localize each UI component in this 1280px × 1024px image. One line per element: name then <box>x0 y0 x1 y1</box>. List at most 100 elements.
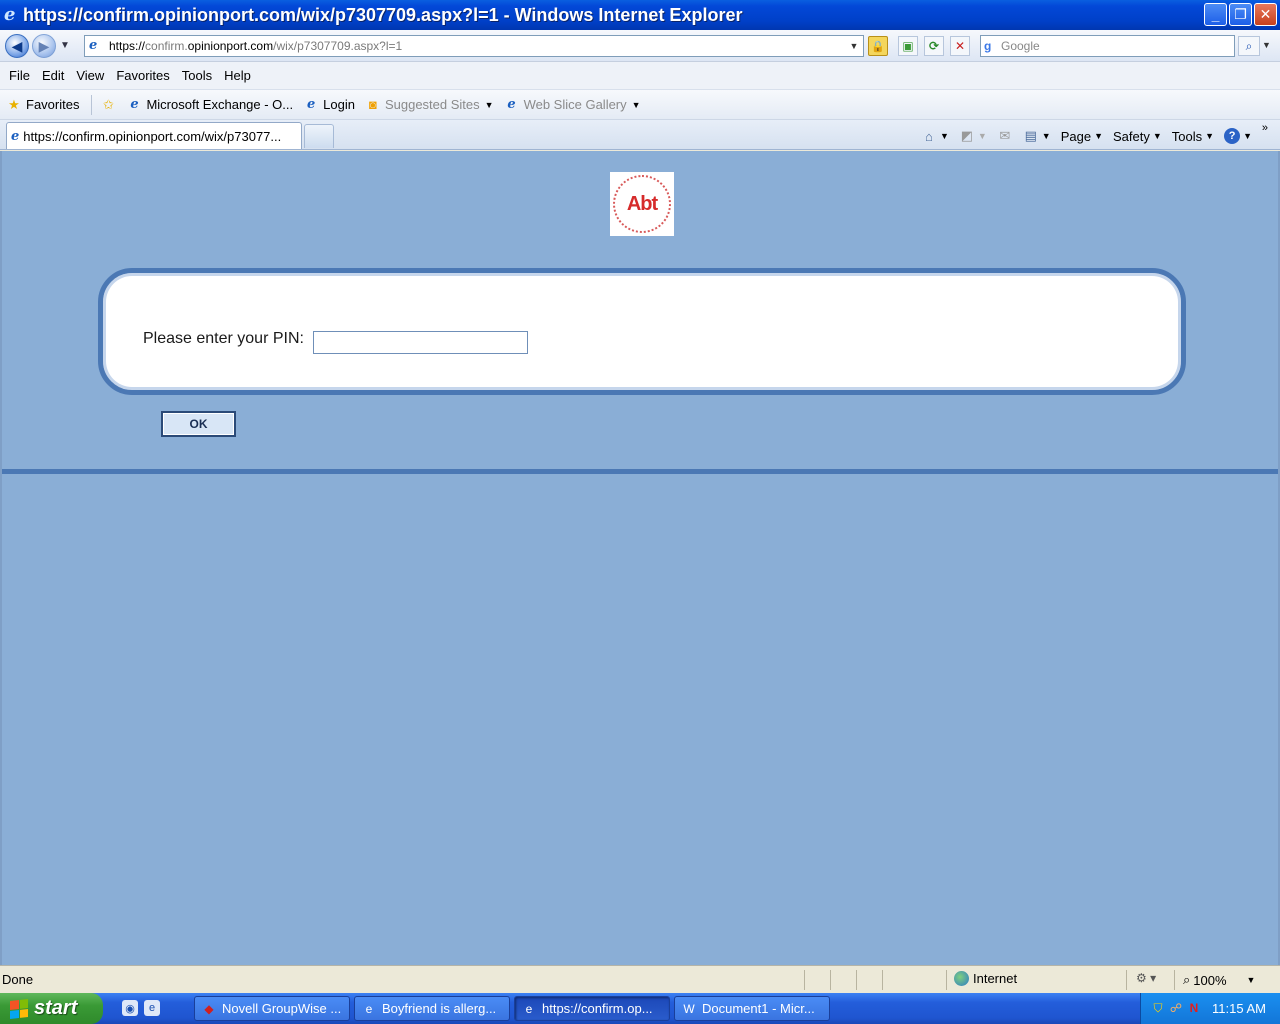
window-title: https://confirm.opinionport.com/wix/p730… <box>23 4 743 25</box>
safety-menu[interactable]: Safety ▼ <box>1113 129 1162 144</box>
pin-panel: Please enter your PIN: <box>98 268 1186 395</box>
tools-menu[interactable]: Tools ▼ <box>1172 129 1214 144</box>
add-favorite-star-icon: ✩ <box>103 96 114 112</box>
close-button[interactable]: ✕ <box>1254 3 1277 26</box>
help-menu[interactable]: ? ▼ <box>1224 128 1252 144</box>
chevron-down-icon: ▼ <box>631 99 641 110</box>
google-icon: g <box>984 39 992 53</box>
read-mail-button[interactable]: ✉ <box>997 128 1013 144</box>
divider <box>1126 970 1127 990</box>
logo-ring-icon: Abt <box>613 175 671 233</box>
favorite-microsoft-exchange[interactable]: e Microsoft Exchange - O... <box>126 97 293 113</box>
help-icon: ? <box>1224 128 1241 144</box>
favorite-suggested-sites[interactable]: ◙ Suggested Sites ▼ <box>365 97 494 113</box>
menu-favorites[interactable]: Favorites <box>110 66 175 85</box>
quick-launch-app-icon[interactable]: ◉ <box>122 1000 138 1016</box>
star-icon: ★ <box>8 96 20 112</box>
ie-icon: e <box>525 1001 533 1016</box>
system-tray: ⛉ ☍ N 11:15 AM <box>1140 993 1280 1024</box>
restore-button[interactable]: ❐ <box>1229 3 1252 26</box>
divider <box>830 970 831 990</box>
menu-tools[interactable]: Tools <box>176 66 218 85</box>
chevron-down-icon: ▼ <box>1205 131 1215 141</box>
groupwise-icon: ◆ <box>204 1001 214 1016</box>
menu-edit[interactable]: Edit <box>36 66 70 85</box>
divider <box>2 469 1278 474</box>
favorite-web-slice-gallery[interactable]: e Web Slice Gallery ▼ <box>504 97 641 113</box>
task-document1[interactable]: W Document1 - Micr... <box>674 996 830 1021</box>
chevron-down-icon: ▼ <box>1243 131 1252 141</box>
minimize-button[interactable]: _ <box>1204 3 1227 26</box>
ie-page-icon: e <box>507 97 516 112</box>
task-boyfriend[interactable]: e Boyfriend is allerg... <box>354 996 510 1021</box>
zoom-control[interactable]: ⌕ 100% ▼ <box>1183 972 1255 988</box>
shield-icon[interactable]: ⛉ <box>1151 1001 1165 1015</box>
favorites-bar: ★ Favorites ✩ e Microsoft Exchange - O..… <box>0 90 1280 120</box>
status-text: Done <box>2 972 34 987</box>
quick-launch: ◉ e <box>122 1000 160 1016</box>
tab-active[interactable]: e https://confirm.opinionport.com/wix/p7… <box>6 122 302 149</box>
menu-bar: File Edit View Favorites Tools Help <box>0 62 1280 90</box>
stop-icon[interactable]: ✕ <box>950 36 970 56</box>
page-icon: e <box>89 38 98 53</box>
windows-flag-icon <box>10 998 28 1019</box>
pin-input[interactable] <box>313 331 528 354</box>
menu-help[interactable]: Help <box>218 66 257 85</box>
chevron-down-icon: ▼ <box>1041 131 1051 141</box>
rss-icon: ◩ <box>960 128 974 143</box>
page-menu[interactable]: Page ▼ <box>1061 129 1103 144</box>
back-button[interactable]: ◀ <box>5 34 29 58</box>
recent-pages-dropdown[interactable]: ▼ <box>60 40 70 51</box>
ie-icon: e <box>365 1001 373 1016</box>
search-placeholder: Google <box>1001 39 1040 53</box>
ie-page-icon: e <box>130 97 139 112</box>
forward-button[interactable]: ▶ <box>32 34 56 58</box>
address-url[interactable]: https://confirm.opinionport.com/wix/p730… <box>109 39 402 53</box>
network-icon[interactable]: ☍ <box>1169 1001 1183 1015</box>
security-lock-icon[interactable]: 🔒 <box>868 36 888 56</box>
divider <box>1174 970 1175 990</box>
address-dropdown[interactable]: ▼ <box>847 38 861 54</box>
task-groupwise[interactable]: ◆ Novell GroupWise ... <box>194 996 350 1021</box>
favorites-button[interactable]: ★ Favorites <box>6 97 79 113</box>
start-button[interactable]: start <box>0 993 103 1024</box>
feeds-button[interactable]: ◩ ▼ <box>959 128 987 144</box>
mail-icon: ✉ <box>999 128 1011 143</box>
ie-page-icon: e <box>307 97 316 112</box>
ie-logo-icon: e <box>4 4 16 25</box>
toolbar-overflow-icon[interactable]: » <box>1262 122 1268 134</box>
new-tab-button[interactable] <box>304 124 334 148</box>
word-icon: W <box>683 1001 695 1016</box>
divider <box>882 970 883 990</box>
chevron-down-icon: ▼ <box>939 131 949 141</box>
quick-launch-ie-icon[interactable]: e <box>144 1000 160 1016</box>
home-icon: ⌂ <box>925 128 933 144</box>
ok-button[interactable]: OK <box>161 411 236 437</box>
compatibility-view-icon[interactable]: ▣ <box>898 36 918 56</box>
protected-mode-icon[interactable]: ⚙ ▾ <box>1136 971 1156 985</box>
tab-row: e https://confirm.opinionport.com/wix/p7… <box>0 120 1280 150</box>
task-confirm-opinionport[interactable]: e https://confirm.op... <box>514 996 670 1021</box>
print-button[interactable]: ▤ ▼ <box>1023 128 1051 144</box>
address-bar[interactable]: e https://confirm.opinionport.com/wix/p7… <box>84 35 864 57</box>
menu-file[interactable]: File <box>3 66 36 85</box>
search-options-dropdown[interactable]: ▼ <box>1262 40 1271 50</box>
status-bar: Done Internet ⚙ ▾ ⌕ 100% ▼ <box>0 965 1280 993</box>
page-content: Abt Please enter your PIN: OK <box>0 151 1280 965</box>
clock: 11:15 AM <box>1212 1001 1266 1016</box>
add-to-favorites-button[interactable]: ✩ <box>100 97 120 113</box>
home-button[interactable]: ⌂ ▼ <box>921 128 949 144</box>
divider <box>804 970 805 990</box>
logo-text: Abt <box>626 192 658 215</box>
abt-logo: Abt <box>610 172 674 236</box>
chevron-down-icon: ▼ <box>1152 131 1162 141</box>
favorite-login[interactable]: e Login <box>303 97 355 113</box>
antivirus-icon[interactable]: N <box>1187 1001 1201 1015</box>
search-input[interactable]: g Google <box>980 35 1235 57</box>
menu-view[interactable]: View <box>70 66 110 85</box>
refresh-icon[interactable]: ⟳ <box>924 36 944 56</box>
security-zone[interactable]: Internet <box>954 971 1017 986</box>
taskbar: start ◉ e ◆ Novell GroupWise ... e Boyfr… <box>0 993 1280 1024</box>
command-bar: ⌂ ▼ ◩ ▼ ✉ ▤ ▼ Page ▼ Safety ▼ Tools ▼ ? ▼ » <box>911 122 1274 148</box>
search-button[interactable]: ⌕ <box>1238 36 1260 56</box>
